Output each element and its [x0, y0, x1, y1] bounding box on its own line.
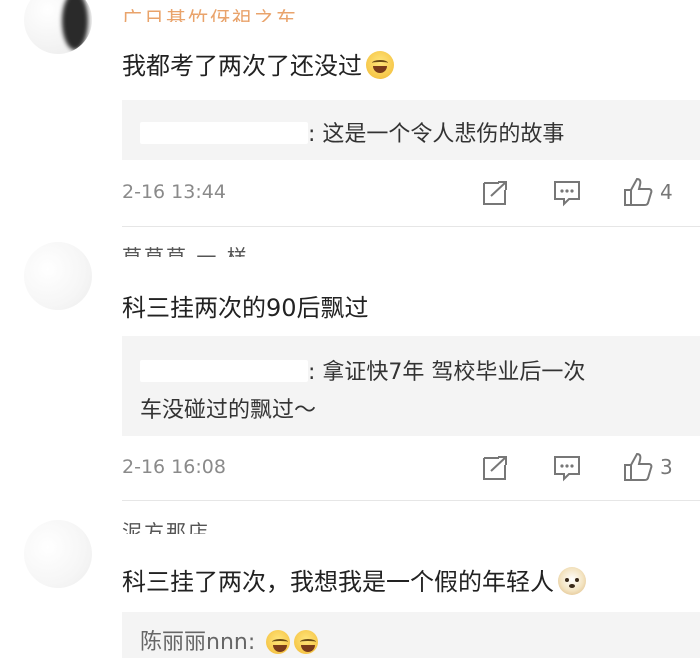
reply-box[interactable]: : 拿证快7年 驾校毕业后一次 车没碰过的飘过～ [122, 336, 700, 436]
repost-icon [483, 456, 507, 480]
comment-icon [554, 456, 580, 482]
doge-icon [558, 567, 586, 595]
timestamp: 2-16 16:08 [122, 456, 226, 478]
comment-button[interactable] [552, 178, 584, 210]
avatar[interactable] [24, 0, 92, 54]
timestamp: 2-16 13:44 [122, 181, 226, 203]
username[interactable]: 泥方那店 [122, 518, 210, 534]
like-count: 3 [660, 455, 673, 479]
like-button[interactable] [622, 176, 654, 208]
reply-box[interactable]: 陈丽丽nnn: [122, 612, 700, 658]
redacted-username [140, 360, 308, 382]
repost-icon [483, 181, 507, 205]
redacted-username [140, 122, 308, 144]
laugh-cry-icon [366, 51, 394, 79]
avatar[interactable] [24, 520, 92, 588]
laugh-cry-icon [294, 630, 319, 654]
reply-line: 陈丽丽nnn: [140, 624, 319, 656]
reply-line: : 这是一个令人悲伤的故事 [140, 116, 564, 148]
reply-line: : 拿证快7年 驾校毕业后一次 [140, 354, 585, 386]
reply-box[interactable]: : 这是一个令人悲伤的故事 [122, 100, 700, 160]
comment-text: 我都考了两次了还没过 [122, 46, 394, 81]
comment-button[interactable] [552, 453, 584, 485]
comment-icon [554, 181, 580, 207]
divider [122, 226, 700, 227]
divider [122, 500, 700, 501]
repost-button[interactable] [480, 453, 512, 485]
thumbs-up-icon [624, 452, 653, 481]
reply-line-2: 车没碰过的飘过～ [140, 398, 317, 423]
repost-button[interactable] [480, 178, 512, 210]
avatar[interactable] [24, 242, 92, 310]
comment-text: 科三挂两次的90后飘过 [122, 294, 369, 322]
laugh-cry-icon [266, 630, 291, 654]
thumbs-up-icon [624, 177, 653, 206]
like-button[interactable] [622, 451, 654, 483]
comment-text: 科三挂了两次，我想我是一个假的年轻人 [122, 562, 586, 597]
username[interactable]: 广日基竹伢祖之车 [122, 4, 298, 22]
username[interactable]: 草草草 一 样 [122, 243, 249, 257]
like-count: 4 [660, 180, 673, 204]
